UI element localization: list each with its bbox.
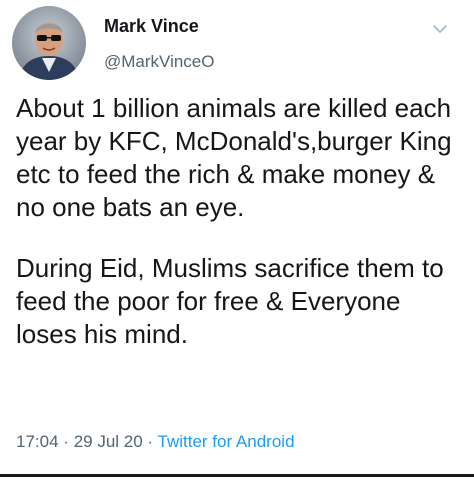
author-name[interactable]: Mark Vince bbox=[104, 16, 199, 37]
avatar[interactable] bbox=[12, 6, 86, 80]
profile-photo-icon bbox=[12, 6, 86, 80]
chevron-down-icon[interactable] bbox=[432, 22, 448, 34]
tweet-paragraph: About 1 billion animals are killed each … bbox=[16, 93, 452, 222]
tweet-source-link[interactable]: Twitter for Android bbox=[158, 432, 295, 451]
tweet-date[interactable]: 29 Jul 20 bbox=[74, 432, 143, 451]
tweet-paragraph: During Eid, Muslims sacrifice them to fe… bbox=[16, 253, 444, 349]
meta-separator: · bbox=[147, 432, 154, 451]
meta-separator: · bbox=[63, 432, 69, 451]
tweet-text: About 1 billion animals are killed each … bbox=[16, 92, 464, 351]
tweet-time[interactable]: 17:04 bbox=[16, 432, 59, 451]
tweet-meta: 17:04 · 29 Jul 20 · Twitter for Android bbox=[16, 432, 295, 452]
divider bbox=[0, 474, 474, 477]
author-handle[interactable]: @MarkVinceO bbox=[104, 52, 214, 72]
tweet-card: Mark Vince @MarkVinceO About 1 billion a… bbox=[0, 0, 474, 479]
